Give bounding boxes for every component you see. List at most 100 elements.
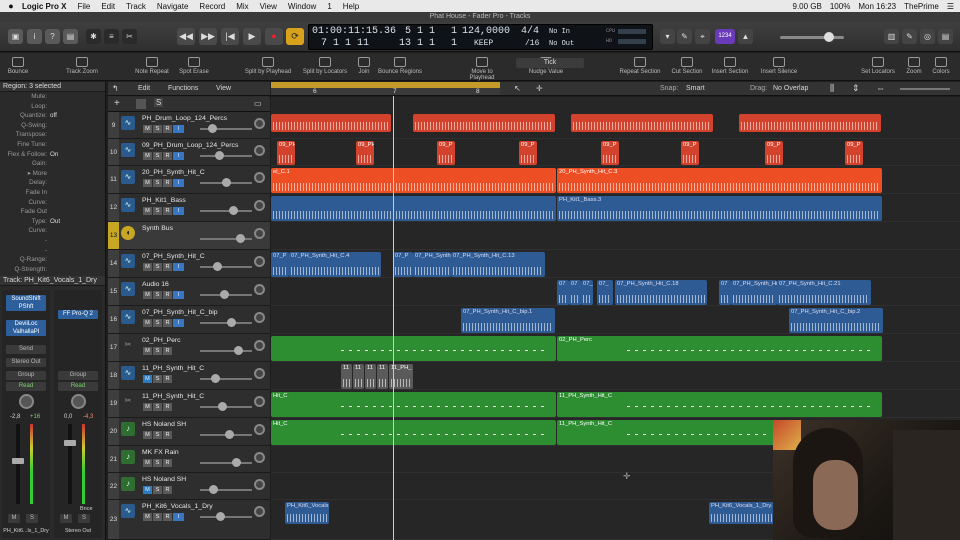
rewind-button[interactable]: ◀◀ [177,28,195,45]
region[interactable]: PH_Kit6_Vocals [285,502,329,524]
track-name[interactable]: Synth Bus [142,225,252,232]
solo-button[interactable]: S [153,263,162,271]
zoom-slider[interactable] [900,88,950,90]
region[interactable] [739,114,881,132]
pan-knob[interactable] [254,200,265,211]
pan-knob[interactable] [254,396,265,407]
master-volume-knob[interactable] [824,32,834,42]
record-enable-button[interactable]: R [163,375,172,383]
pan-knob[interactable] [254,256,265,267]
waveform-icon[interactable]: ∿ [121,198,135,212]
info-icon[interactable]: i [27,29,42,44]
region[interactable]: 11 [377,364,388,389]
pan-knob[interactable] [254,228,265,239]
menu-record[interactable]: Record [199,2,225,11]
mute-button[interactable]: M [143,513,152,521]
toolbar-icon[interactable]: ▤ [63,29,78,44]
snap-dropdown[interactable]: Smart [686,85,705,92]
solo-button[interactable]: S [153,375,162,383]
pan-knob[interactable] [254,145,265,156]
menu-window[interactable]: Window [288,2,316,11]
region[interactable]: 11 [341,364,352,389]
solo-button[interactable]: S [153,403,162,411]
track-header[interactable]: 19 ✂ 11_PH_Synth_Hit_C M S R [108,390,270,418]
region[interactable]: 07_PH_Synth_Hit_C.18 [615,280,707,305]
volume-slider[interactable] [200,462,252,464]
scissors-icon[interactable]: ✂ [121,394,135,408]
fader-cap[interactable] [12,458,24,464]
volume-knob[interactable] [208,124,217,133]
pan-knob[interactable] [254,118,265,129]
waveform-zoom-icon[interactable]: ⫼ [830,83,834,94]
mixer-icon[interactable]: ≡ [104,29,119,44]
inspector-row[interactable]: Delay: [0,178,105,188]
mute-button[interactable]: M [8,514,20,523]
menu-view[interactable]: View [260,2,277,11]
region[interactable]: 20_PH_Synth_Hit_C.3 [557,168,882,193]
track-header[interactable]: 20 ♪ HS Noland SH M S R [108,418,270,446]
tool-repeat-section[interactable]: Repeat Section [616,53,664,81]
input-monitor-button[interactable]: I [173,152,184,160]
region[interactable]: 07_PH_Synth_Hit [413,252,451,277]
volume-knob[interactable] [215,151,224,160]
waveform-icon[interactable]: ∿ [121,504,135,518]
track-name[interactable]: 09_PH_Drum_Loop_124_Percs [142,142,252,149]
region[interactable]: 09_P [765,141,783,165]
waveform-icon[interactable]: ∿ [121,366,135,380]
functions-menu[interactable]: Functions [168,85,198,92]
clock[interactable]: Mon 16:23 [858,2,896,11]
tuner-button[interactable]: 1234 [715,29,735,44]
battery-status[interactable]: 100% [830,2,850,11]
bus-icon[interactable]: ◖ [121,226,135,240]
inspector-row[interactable]: Loop: [0,102,105,112]
tool-cut-section[interactable]: Cut Section [663,53,711,81]
region[interactable]: 11 [353,364,364,389]
region[interactable]: 07_PH_Synth_Hit_C.4 [289,252,381,277]
region[interactable]: 07 [719,280,731,305]
bounce-label[interactable]: Bnce [80,506,93,512]
mute-button[interactable]: M [60,514,72,523]
back-icon[interactable]: ↰ [112,84,119,93]
nudge-value-dropdown[interactable]: Tick [516,58,584,68]
region[interactable]: 07_PH_Synth_Hit_C.21 [777,280,871,305]
inspector-row[interactable]: Curve: [0,226,105,236]
volume-knob[interactable] [236,234,245,243]
inspector-row[interactable]: Curve: [0,198,105,208]
master-volume-slider[interactable] [780,36,844,39]
pan-knob[interactable] [254,506,265,517]
mute-button[interactable]: M [143,319,152,327]
input-monitor-button[interactable]: I [173,125,184,133]
user-name[interactable]: ThePrime [904,2,939,11]
track-name[interactable]: 20_PH_Synth_Hit_C [142,169,252,176]
track-name[interactable]: 11_PH_Synth_Hit_C [142,365,252,372]
pan-knob[interactable] [254,312,265,323]
pan-knob[interactable] [254,424,265,435]
region[interactable]: 07 [557,280,569,305]
pan-knob[interactable] [254,172,265,183]
solo-button[interactable]: S [153,513,162,521]
apple-icon[interactable]: ● [0,1,22,11]
inspector-row[interactable]: Q-Strength: [0,265,105,275]
drag-dropdown[interactable]: No Overlap [773,85,808,92]
record-enable-button[interactable]: R [163,263,172,271]
volume-knob[interactable] [222,178,231,187]
browser-icon[interactable]: ▤ [938,29,953,44]
inspector-row[interactable]: Quantize: off [0,111,105,121]
inspector-row[interactable]: ▸ More [0,169,105,179]
volume-slider[interactable] [200,516,252,518]
region[interactable]: 11_PH_Synth_Hit_C [557,392,882,417]
pan-knob[interactable] [254,368,265,379]
tool-colors[interactable]: Colors [917,53,960,81]
metronome-icon[interactable]: ▲ [738,29,753,44]
pan-knob[interactable] [19,394,34,409]
volume-slider[interactable] [200,378,252,380]
region[interactable]: 07_P [393,252,413,277]
region[interactable]: 09_PH [356,141,374,165]
solo-button[interactable]: S [153,459,162,467]
volume-slider[interactable] [200,322,252,324]
solo-button[interactable]: S [153,347,162,355]
pointer-tool-icon[interactable]: ↖ [514,84,521,93]
record-enable-button[interactable]: R [163,179,172,187]
solo-button[interactable]: S [153,319,162,327]
mute-button[interactable]: M [143,152,152,160]
